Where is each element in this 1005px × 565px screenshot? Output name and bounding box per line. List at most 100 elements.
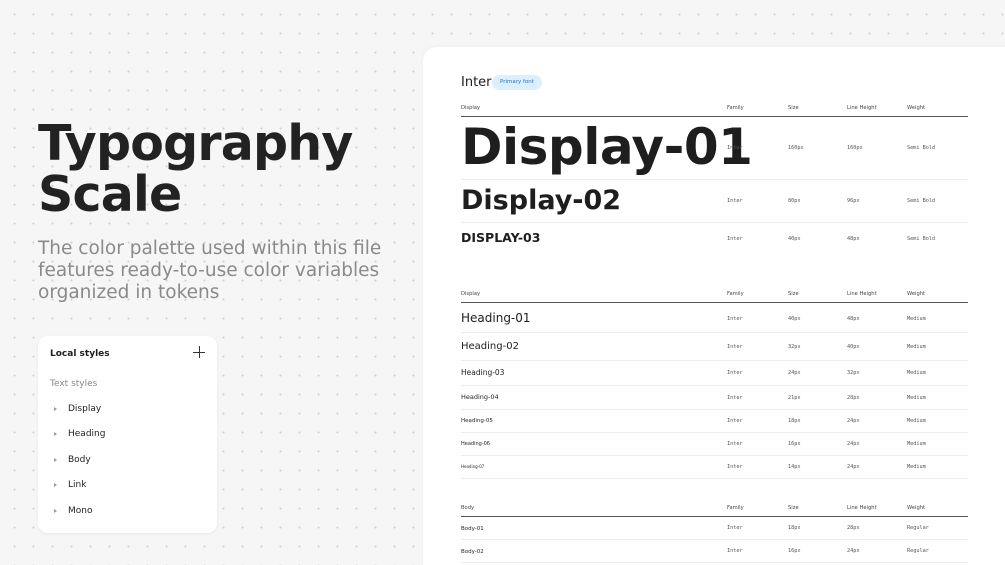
plus-icon[interactable] <box>193 346 205 358</box>
style-item-display[interactable]: Display <box>38 401 217 421</box>
cell-weight: Medium <box>907 395 926 401</box>
cell-family: Inter <box>727 441 743 447</box>
style-item-heading[interactable]: Heading <box>38 426 217 446</box>
cell-family: Inter <box>727 548 743 554</box>
style-item-body[interactable]: Body <box>38 452 217 472</box>
header-size: Size <box>788 105 799 111</box>
cell-size: 32px <box>788 344 801 350</box>
header-style: Display <box>461 105 481 111</box>
body-table: Body Family Size Line Height Weight Body… <box>461 505 968 563</box>
cell-weight: Semi Bold <box>907 236 936 242</box>
header-size: Size <box>788 291 799 297</box>
cell-family: Inter <box>727 198 743 204</box>
style-sample: Heading-01 <box>461 311 531 325</box>
header-weight: Weight <box>907 291 926 297</box>
cell-size: 80px <box>788 198 801 204</box>
style-item-mono[interactable]: Mono <box>38 503 217 523</box>
cell-weight: Medium <box>907 441 926 447</box>
style-item-label: Heading <box>68 429 106 439</box>
header-line-height: Line Height <box>847 291 877 297</box>
cell-family: Inter <box>727 316 743 322</box>
text-styles-section-label: Text styles <box>50 379 98 389</box>
table-header: Body Family Size Line Height Weight <box>461 505 968 517</box>
cell-family: Inter <box>727 464 743 470</box>
table-row: Heading-04 Inter 21px 28px Medium <box>461 386 968 410</box>
cell-size: 16px <box>788 548 801 554</box>
cell-line-height: 96px <box>847 198 860 204</box>
table-row: Heading-05 Inter 18px 24px Medium <box>461 410 968 433</box>
header-style: Display <box>461 291 481 297</box>
cell-size: 14px <box>788 464 801 470</box>
cell-weight: Medium <box>907 418 926 424</box>
caret-right-icon <box>54 509 57 513</box>
primary-font-badge: Primary font <box>492 75 542 90</box>
cell-size: 18px <box>788 525 801 531</box>
table-row: Heading-07 Inter 14px 24px Medium <box>461 456 968 479</box>
cell-weight: Regular <box>907 548 929 554</box>
cell-size: 16px <box>788 441 801 447</box>
caret-right-icon <box>54 432 57 436</box>
header-family: Family <box>727 291 744 297</box>
cell-line-height: 48px <box>847 316 860 322</box>
cell-line-height: 24px <box>847 441 860 447</box>
cell-weight: Regular <box>907 525 929 531</box>
cell-weight: Medium <box>907 316 926 322</box>
header-family: Family <box>727 505 744 511</box>
panel-title: Local styles <box>50 349 110 359</box>
cell-weight: Semi Bold <box>907 198 936 204</box>
table-row: Heading-02 Inter 32px 40px Medium <box>461 333 968 361</box>
cell-family: Inter <box>727 344 743 350</box>
cell-family: Inter <box>727 370 743 376</box>
table-row: Heading-06 Inter 16px 24px Medium <box>461 433 968 456</box>
caret-right-icon <box>54 483 57 487</box>
table-row: Body-01 Inter 18px 28px Regular <box>461 517 968 540</box>
caret-right-icon <box>54 407 57 411</box>
style-item-label: Display <box>68 404 102 414</box>
cell-line-height: 28px <box>847 395 860 401</box>
table-row: Heading-03 Inter 24px 32px Medium <box>461 361 968 386</box>
cell-size: 24px <box>788 370 801 376</box>
style-sample: Display-02 <box>461 185 622 216</box>
table-header: Display Family Size Line Height Weight <box>461 291 968 303</box>
style-sample: Heading-06 <box>461 441 490 447</box>
header-weight: Weight <box>907 105 926 111</box>
cell-size: 40px <box>788 316 801 322</box>
style-item-label: Mono <box>68 506 93 516</box>
style-item-label: Link <box>68 480 87 490</box>
table-row: Body-02 Inter 16px 24px Regular <box>461 540 968 563</box>
header-family: Family <box>727 105 744 111</box>
cell-weight: Medium <box>907 370 926 376</box>
cell-size: 40px <box>788 236 801 242</box>
hero-subtitle: The color palette used within this file … <box>38 238 382 303</box>
cell-weight: Medium <box>907 464 926 470</box>
cell-weight: Medium <box>907 344 926 350</box>
style-sample: DISPLAY-03 <box>461 230 541 245</box>
cell-size: 18px <box>788 418 801 424</box>
cell-line-height: 24px <box>847 418 860 424</box>
style-sample: Heading-03 <box>461 368 505 377</box>
cell-size: 21px <box>788 395 801 401</box>
display-table: Display Family Size Line Height Weight D… <box>461 105 968 257</box>
cell-size: 160px <box>788 145 804 151</box>
header-size: Size <box>788 505 799 511</box>
cell-line-height: 160px <box>847 145 863 151</box>
style-sample: Display-01 <box>461 118 753 176</box>
style-item-link[interactable]: Link <box>38 477 217 497</box>
cell-line-height: 28px <box>847 525 860 531</box>
hero-title: Typography Scale <box>38 115 353 223</box>
table-row: Heading-01 Inter 40px 48px Medium <box>461 303 968 333</box>
style-sample: Heading-04 <box>461 393 499 401</box>
cell-line-height: 40px <box>847 344 860 350</box>
cell-family: Inter <box>727 145 743 151</box>
cell-family: Inter <box>727 395 743 401</box>
style-item-label: Body <box>68 455 91 465</box>
style-sample: Heading-07 <box>461 464 485 469</box>
style-sample: Heading-02 <box>461 341 519 352</box>
header-style: Body <box>461 505 475 511</box>
style-sample: Heading-05 <box>461 418 493 424</box>
header-line-height: Line Height <box>847 105 877 111</box>
cell-family: Inter <box>727 525 743 531</box>
cell-family: Inter <box>727 236 743 242</box>
cell-weight: Semi Bold <box>907 145 936 151</box>
cell-line-height: 32px <box>847 370 860 376</box>
